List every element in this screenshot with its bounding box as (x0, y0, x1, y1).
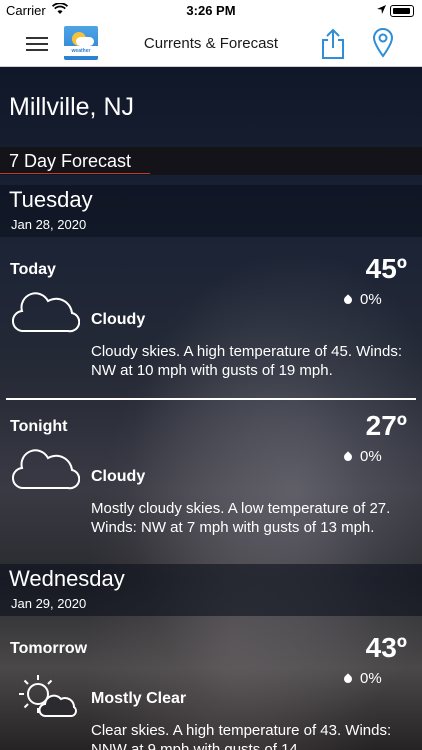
raindrop-icon (342, 451, 354, 463)
period-name: Tonight (10, 418, 68, 435)
location-title: Millville, NJ (9, 93, 134, 121)
precipitation-chance: 0% (342, 448, 382, 465)
share-icon[interactable] (320, 28, 346, 65)
day-header: Tuesday Jan 28, 2020 (0, 185, 422, 237)
raindrop-icon (342, 673, 354, 685)
forecast-section-header: 7 Day Forecast (0, 147, 422, 175)
period-condition: Cloudy (91, 311, 146, 328)
precip-value: 0% (360, 448, 382, 465)
precipitation-chance: 0% (342, 670, 382, 687)
section-title: 7 Day Forecast (9, 151, 132, 171)
day-name: Tuesday (9, 187, 93, 212)
period-description: Clear skies. A high temperature of 43. W… (91, 722, 392, 750)
period-name: Tomorrow (10, 640, 88, 657)
cloud-icon (12, 448, 81, 497)
raindrop-icon (342, 294, 354, 306)
sun-cloud-icon (12, 670, 80, 725)
location-pin-icon[interactable] (372, 28, 394, 63)
location-arrow-icon (376, 3, 387, 18)
cloud-icon (12, 291, 81, 340)
section-underline (0, 173, 150, 174)
period-description: Cloudy skies. A high temperature of 45. … (91, 343, 402, 379)
day-name: Wednesday (9, 566, 125, 591)
precip-value: 0% (360, 670, 382, 687)
navigation-bar: weather Currents & Forecast (0, 22, 422, 67)
day-date: Jan 28, 2020 (11, 217, 87, 232)
status-time: 3:26 PM (186, 3, 236, 18)
period-name: Today (10, 261, 56, 278)
period-temperature: 45º (365, 253, 407, 284)
battery-icon (390, 5, 414, 17)
period-temperature: 27º (365, 410, 407, 441)
period-condition: Mostly Clear (91, 690, 187, 707)
forecast-scroll-area[interactable]: Millville, NJ 7 Day Forecast Tuesday Jan… (0, 67, 422, 750)
period-temperature: 43º (365, 632, 407, 663)
status-bar: Carrier 3:26 PM (0, 0, 422, 22)
day-header: Wednesday Jan 29, 2020 (0, 564, 422, 616)
precip-value: 0% (360, 291, 382, 308)
period-description: Mostly cloudy skies. A low temperature o… (91, 500, 391, 536)
precipitation-chance: 0% (342, 291, 382, 308)
period-condition: Cloudy (91, 468, 146, 485)
period-divider (6, 398, 416, 400)
day-date: Jan 29, 2020 (11, 596, 87, 611)
page-title: Currents & Forecast (143, 35, 279, 52)
